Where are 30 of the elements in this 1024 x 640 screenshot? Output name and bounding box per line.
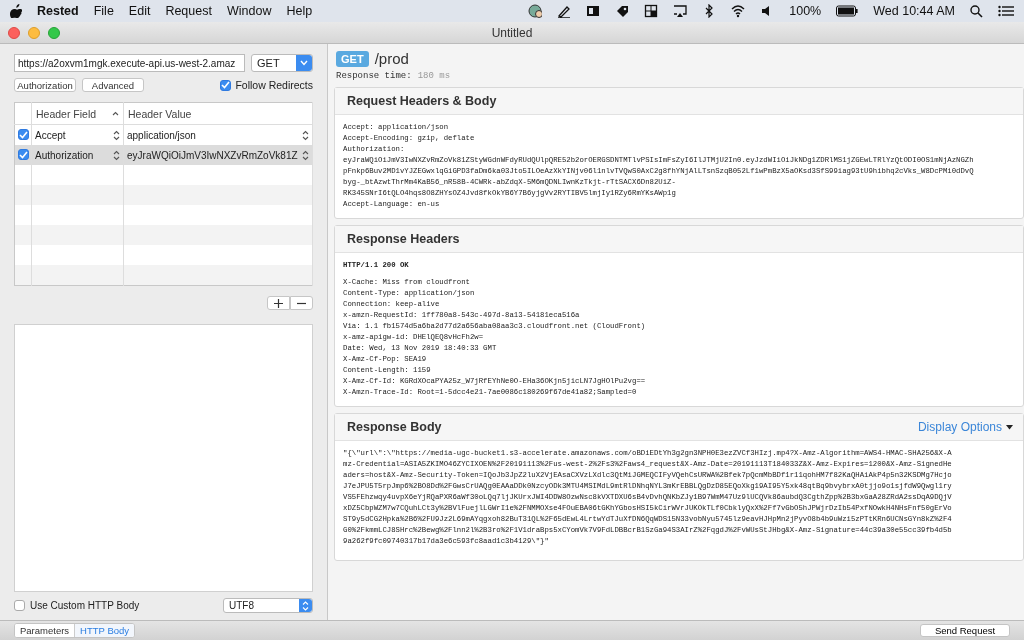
column-header[interactable]: Header Field [36, 107, 97, 120]
column-header[interactable]: Header Value [128, 107, 192, 120]
request-path: /prod [374, 50, 409, 67]
tab[interactable]: HTTP Body [74, 624, 135, 637]
section-title: Request Headers & Body [347, 94, 497, 108]
send-request-button[interactable]: Send Request [920, 624, 1010, 637]
clock[interactable]: Wed 10:44 AM [873, 4, 955, 18]
menu-item[interactable]: Help [286, 4, 313, 18]
checkbox-label: Use Custom HTTP Body [30, 600, 140, 611]
tab-button[interactable]: Advanced [82, 78, 144, 92]
header-value-cell[interactable]: application/json [127, 129, 196, 141]
battery-percentage: 100% [789, 4, 822, 18]
app-menu[interactable]: Rested [37, 4, 79, 18]
method-dropdown[interactable]: GET [251, 54, 313, 72]
response-time-value: 180 ms [417, 71, 451, 81]
display-options-menu[interactable]: Display Options [917, 420, 1013, 434]
header-field-cell[interactable]: Accept [35, 129, 66, 141]
menu-item[interactable]: Window [226, 4, 272, 18]
tab-button[interactable]: Authorization [14, 78, 76, 92]
menu-item[interactable]: Request [165, 4, 212, 18]
method-badge: GET [336, 50, 369, 67]
section-title: Response Headers [347, 232, 460, 246]
section-title: Response Body [347, 420, 442, 434]
menu-item[interactable]: File [93, 4, 114, 18]
checkbox-label: Follow Redirects [235, 79, 313, 91]
url-field[interactable]: https://a2oxvm1mgk.execute-api.us-west-2.amaz [14, 54, 245, 72]
encoding-dropdown[interactable]: UTF8 [223, 598, 313, 613]
menu-item[interactable]: Edit [128, 4, 151, 18]
response-time-label: Response time: [336, 71, 412, 81]
window-title: Untitled [491, 25, 533, 40]
